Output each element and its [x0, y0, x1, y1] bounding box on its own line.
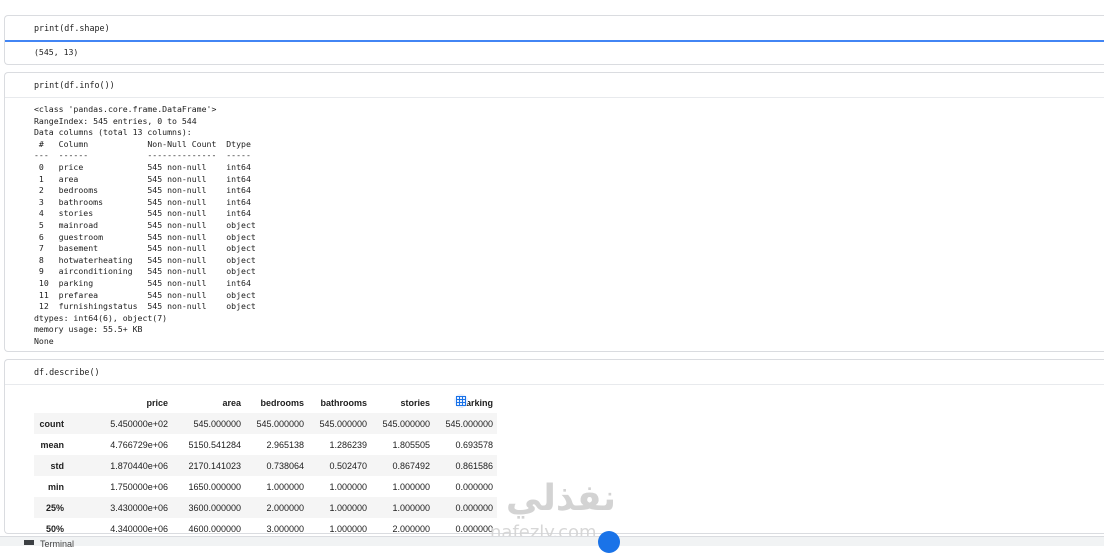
code-cell-shape[interactable]: print(df.shape) (545, 13) [4, 15, 1104, 65]
code-cell-describe[interactable]: df.describe() price area bedrooms bathro… [4, 359, 1104, 534]
table-row: min 1.750000e+06 1650.000000 1.000000 1.… [34, 476, 497, 497]
table-cell: 1.000000 [392, 481, 430, 492]
row-index: 50% [45, 523, 64, 534]
table-cell: 2170.141023 [188, 460, 241, 471]
table-cell: 4.340000e+06 [110, 523, 168, 534]
describe-table: price area bedrooms bathrooms stories pa… [34, 392, 497, 534]
row-index: count [39, 418, 65, 429]
column-header: bedrooms [260, 397, 304, 408]
column-header: bathrooms [320, 397, 367, 408]
cell-focus-divider [5, 40, 1104, 42]
table-cell: 0.000000 [455, 502, 493, 513]
table-cell: 1650.000000 [188, 481, 241, 492]
table-cell: 4600.000000 [188, 523, 241, 534]
table-cell: 3.430000e+06 [110, 502, 168, 513]
cell-divider [5, 384, 1104, 385]
table-row: mean 4.766729e+06 5150.541284 2.965138 1… [34, 434, 497, 455]
table-cell: 5.450000e+02 [110, 418, 168, 429]
table-cell: 2.000000 [266, 502, 304, 513]
table-row: count 5.450000e+02 545.000000 545.000000… [34, 413, 497, 434]
table-cell: 1.870440e+06 [110, 460, 168, 471]
table-cell: 1.000000 [392, 502, 430, 513]
index-header [34, 392, 70, 413]
code-cell-info[interactable]: print(df.info()) <class 'pandas.core.fra… [4, 72, 1104, 352]
table-cell: 3.000000 [266, 523, 304, 534]
table-cell: 0.502470 [329, 460, 367, 471]
table-cell: 4.766729e+06 [110, 439, 168, 450]
floating-action-icon[interactable] [598, 531, 620, 553]
table-cell: 545.000000 [382, 418, 430, 429]
terminal-label: Terminal [40, 539, 75, 549]
row-index: std [50, 460, 65, 471]
table-cell: 5150.541284 [188, 439, 241, 450]
table-cell: 1.000000 [329, 481, 367, 492]
column-header: area [222, 397, 241, 408]
table-cell: 1.805505 [392, 439, 430, 450]
cell-output: <class 'pandas.core.frame.DataFrame'> Ra… [34, 104, 256, 346]
table-cell: 545.000000 [193, 418, 241, 429]
column-header: stories [400, 397, 430, 408]
table-cell: 0.000000 [455, 481, 493, 492]
table-cell: 1.750000e+06 [110, 481, 168, 492]
table-cell: 545.000000 [445, 418, 493, 429]
row-index: 25% [45, 502, 64, 513]
cell-divider [5, 97, 1104, 98]
table-cell: 545.000000 [256, 418, 304, 429]
table-cell: 2.000000 [392, 523, 430, 534]
code-editor[interactable]: print(df.info()) [5, 73, 1104, 97]
code-editor[interactable]: df.describe() [5, 360, 1104, 384]
row-index: mean [40, 439, 64, 450]
table-cell: 0.738064 [266, 460, 304, 471]
table-cell: 0.693578 [455, 439, 493, 450]
table-row: 25% 3.430000e+06 3600.000000 2.000000 1.… [34, 497, 497, 518]
column-header: price [146, 397, 168, 408]
terminal-icon [24, 540, 34, 545]
convert-to-interactive-table-icon[interactable] [454, 394, 468, 408]
terminal-bar[interactable]: Terminal [0, 536, 1104, 549]
table-header-row: price area bedrooms bathrooms stories pa… [34, 392, 497, 413]
code-editor[interactable]: print(df.shape) [5, 16, 1104, 40]
table-cell: 0.867492 [392, 460, 430, 471]
table-cell: 545.000000 [319, 418, 367, 429]
cell-output: (545, 13) [34, 47, 79, 57]
table-cell: 2.965138 [266, 439, 304, 450]
table-cell: 1.000000 [329, 502, 367, 513]
table-cell: 1.286239 [329, 439, 367, 450]
table-cell: 1.000000 [329, 523, 367, 534]
table-cell: 0.861586 [455, 460, 493, 471]
table-cell: 1.000000 [266, 481, 304, 492]
table-row: std 1.870440e+06 2170.141023 0.738064 0.… [34, 455, 497, 476]
table-cell: 3600.000000 [188, 502, 241, 513]
table-row: 50% 4.340000e+06 4600.000000 3.000000 1.… [34, 518, 497, 534]
table-cell: 0.000000 [455, 523, 493, 534]
row-index: min [47, 481, 64, 492]
